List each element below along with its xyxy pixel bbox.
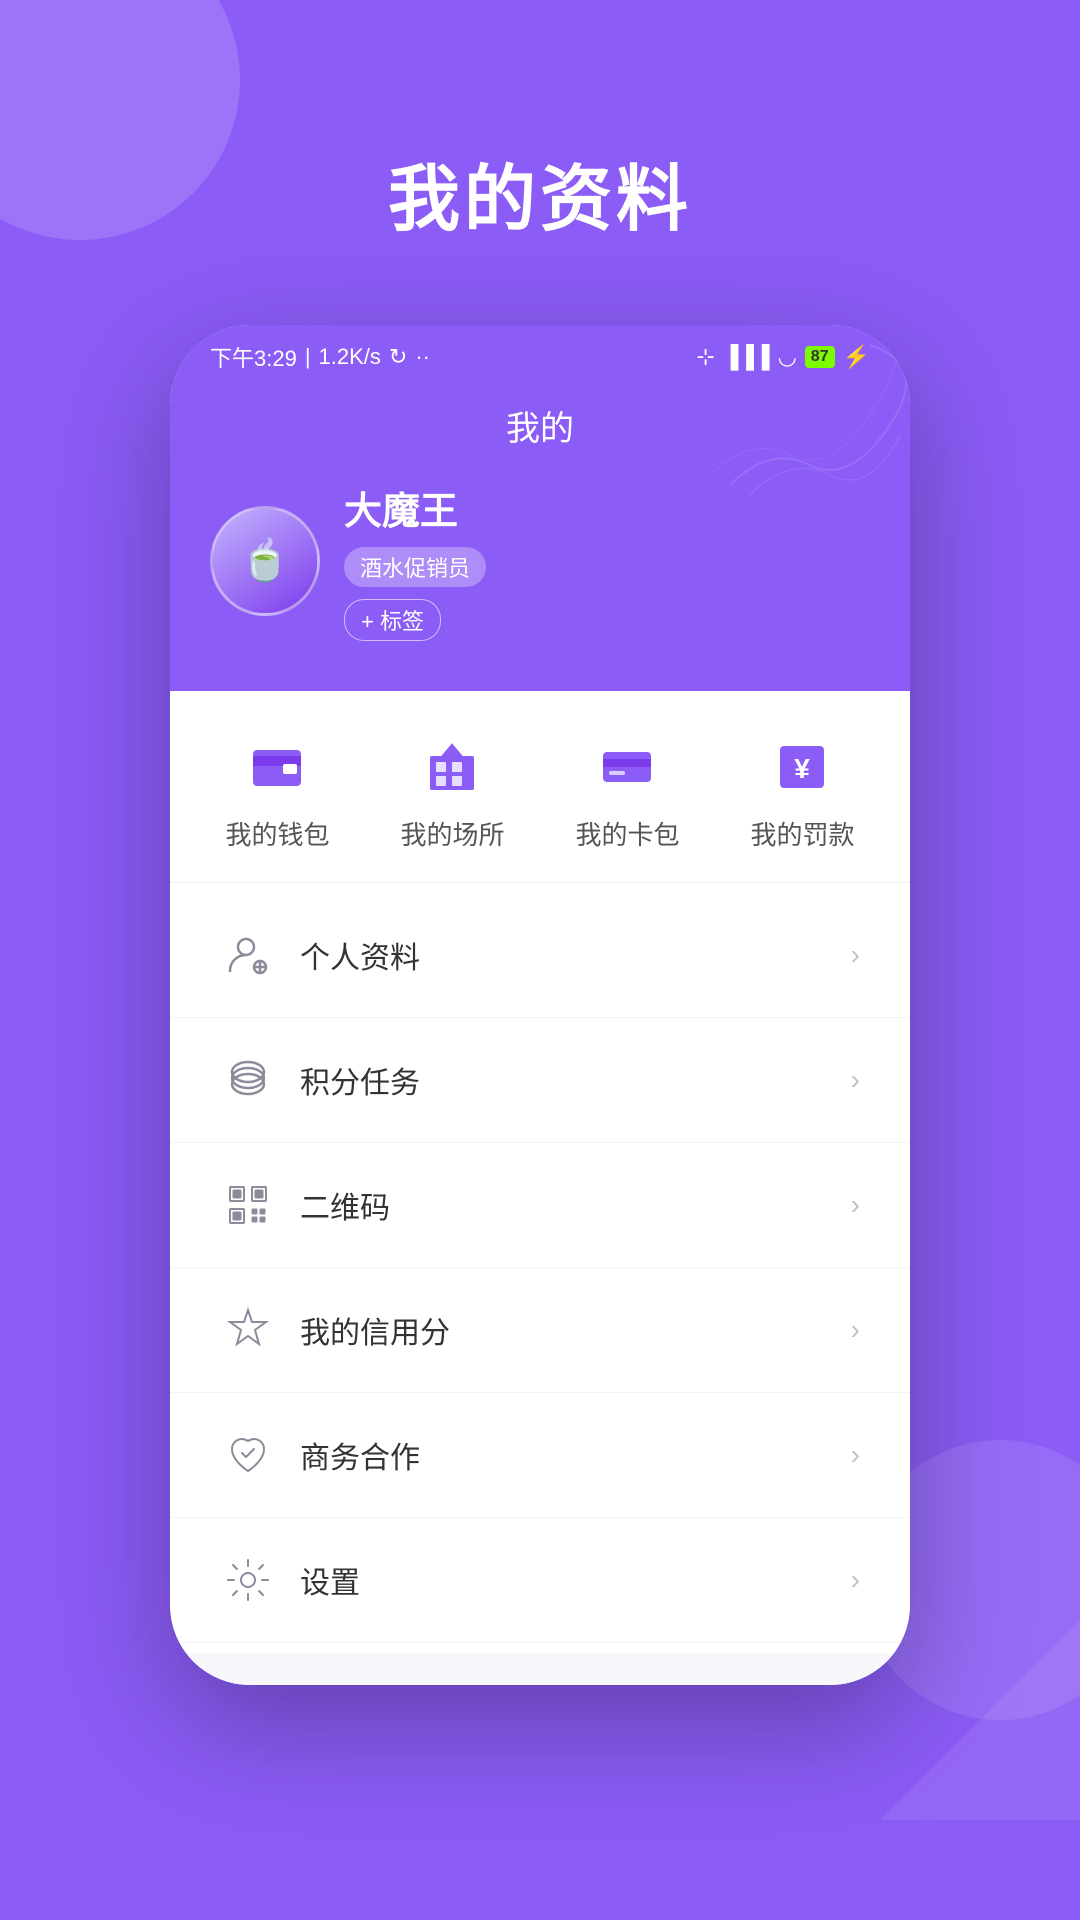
menu-item-settings[interactable]: 设置 › — [170, 1518, 910, 1643]
quick-actions-row: 我的钱包 我的场所 — [170, 691, 910, 883]
page-title: 我的资料 — [388, 140, 692, 245]
status-time: 下午3:29 — [210, 341, 297, 373]
business-menu-label: 商务合作 — [300, 1433, 851, 1477]
credit-menu-icon — [220, 1302, 276, 1358]
points-menu-icon — [220, 1052, 276, 1108]
quick-action-card[interactable]: 我的卡包 — [575, 731, 679, 852]
bottom-empty-area — [170, 1653, 910, 1685]
header-section: 我的 🍵 大魔王 酒水促销员 + 标签 — [170, 381, 910, 691]
fine-label: 我的罚款 — [750, 815, 854, 852]
svg-text:¥: ¥ — [795, 753, 811, 784]
settings-menu-icon — [220, 1552, 276, 1608]
quick-action-fine[interactable]: ¥ 我的罚款 — [750, 731, 854, 852]
qrcode-menu-label: 二维码 — [300, 1183, 851, 1227]
settings-menu-arrow: › — [851, 1564, 860, 1596]
credit-menu-arrow: › — [851, 1314, 860, 1346]
profile-info: 大魔王 酒水促销员 + 标签 — [344, 480, 870, 641]
wallet-label: 我的钱包 — [225, 815, 329, 852]
card-icon — [587, 731, 667, 801]
bg-decoration-triangle — [880, 1620, 1080, 1820]
business-menu-arrow: › — [851, 1439, 860, 1471]
menu-item-points[interactable]: 积分任务 › — [170, 1018, 910, 1143]
status-bar-left: 下午3:29 | 1.2K/s ↻ ·· — [210, 341, 430, 373]
menu-item-profile[interactable]: 个人资料 › — [170, 893, 910, 1018]
quick-action-venue[interactable]: 我的场所 — [400, 731, 504, 852]
menu-list: 个人资料 › 积分任务 › — [170, 883, 910, 1653]
bg-decoration-circle-tl — [0, 0, 240, 240]
points-menu-label: 积分任务 — [300, 1058, 851, 1102]
avatar-image: 🍵 — [213, 509, 317, 613]
user-name: 大魔王 — [344, 480, 870, 535]
menu-item-business[interactable]: 商务合作 › — [170, 1393, 910, 1518]
menu-item-credit[interactable]: 我的信用分 › — [170, 1268, 910, 1393]
status-dots: ·· — [415, 344, 430, 370]
fine-icon: ¥ — [762, 731, 842, 801]
venue-icon — [412, 731, 492, 801]
status-network-speed: 1.2K/s — [319, 344, 381, 370]
wallet-icon — [237, 731, 317, 801]
main-content: 我的钱包 我的场所 — [170, 691, 910, 1685]
user-tag-button[interactable]: + 标签 — [344, 599, 441, 641]
credit-menu-label: 我的信用分 — [300, 1308, 851, 1352]
user-role-badge[interactable]: 酒水促销员 — [344, 547, 486, 587]
quick-action-wallet[interactable]: 我的钱包 — [225, 731, 329, 852]
menu-item-qrcode[interactable]: 二维码 › — [170, 1143, 910, 1268]
qrcode-menu-arrow: › — [851, 1189, 860, 1221]
profile-menu-icon — [220, 927, 276, 983]
card-label: 我的卡包 — [575, 815, 679, 852]
status-refresh-icon: ↻ — [389, 344, 407, 370]
status-network: | — [305, 344, 311, 370]
header-wave-decoration — [710, 325, 910, 505]
venue-label: 我的场所 — [400, 815, 504, 852]
points-menu-arrow: › — [851, 1064, 860, 1096]
business-menu-icon — [220, 1427, 276, 1483]
qrcode-menu-icon — [220, 1177, 276, 1233]
profile-row: 🍵 大魔王 酒水促销员 + 标签 — [210, 480, 870, 641]
profile-menu-arrow: › — [851, 939, 860, 971]
profile-menu-label: 个人资料 — [300, 933, 851, 977]
user-avatar[interactable]: 🍵 — [210, 506, 320, 616]
settings-menu-label: 设置 — [300, 1558, 851, 1602]
phone-mockup: 下午3:29 | 1.2K/s ↻ ·· ⊹ ▐▐▐ ◡ 87 ⚡ 我的 🍵 — [170, 325, 910, 1685]
